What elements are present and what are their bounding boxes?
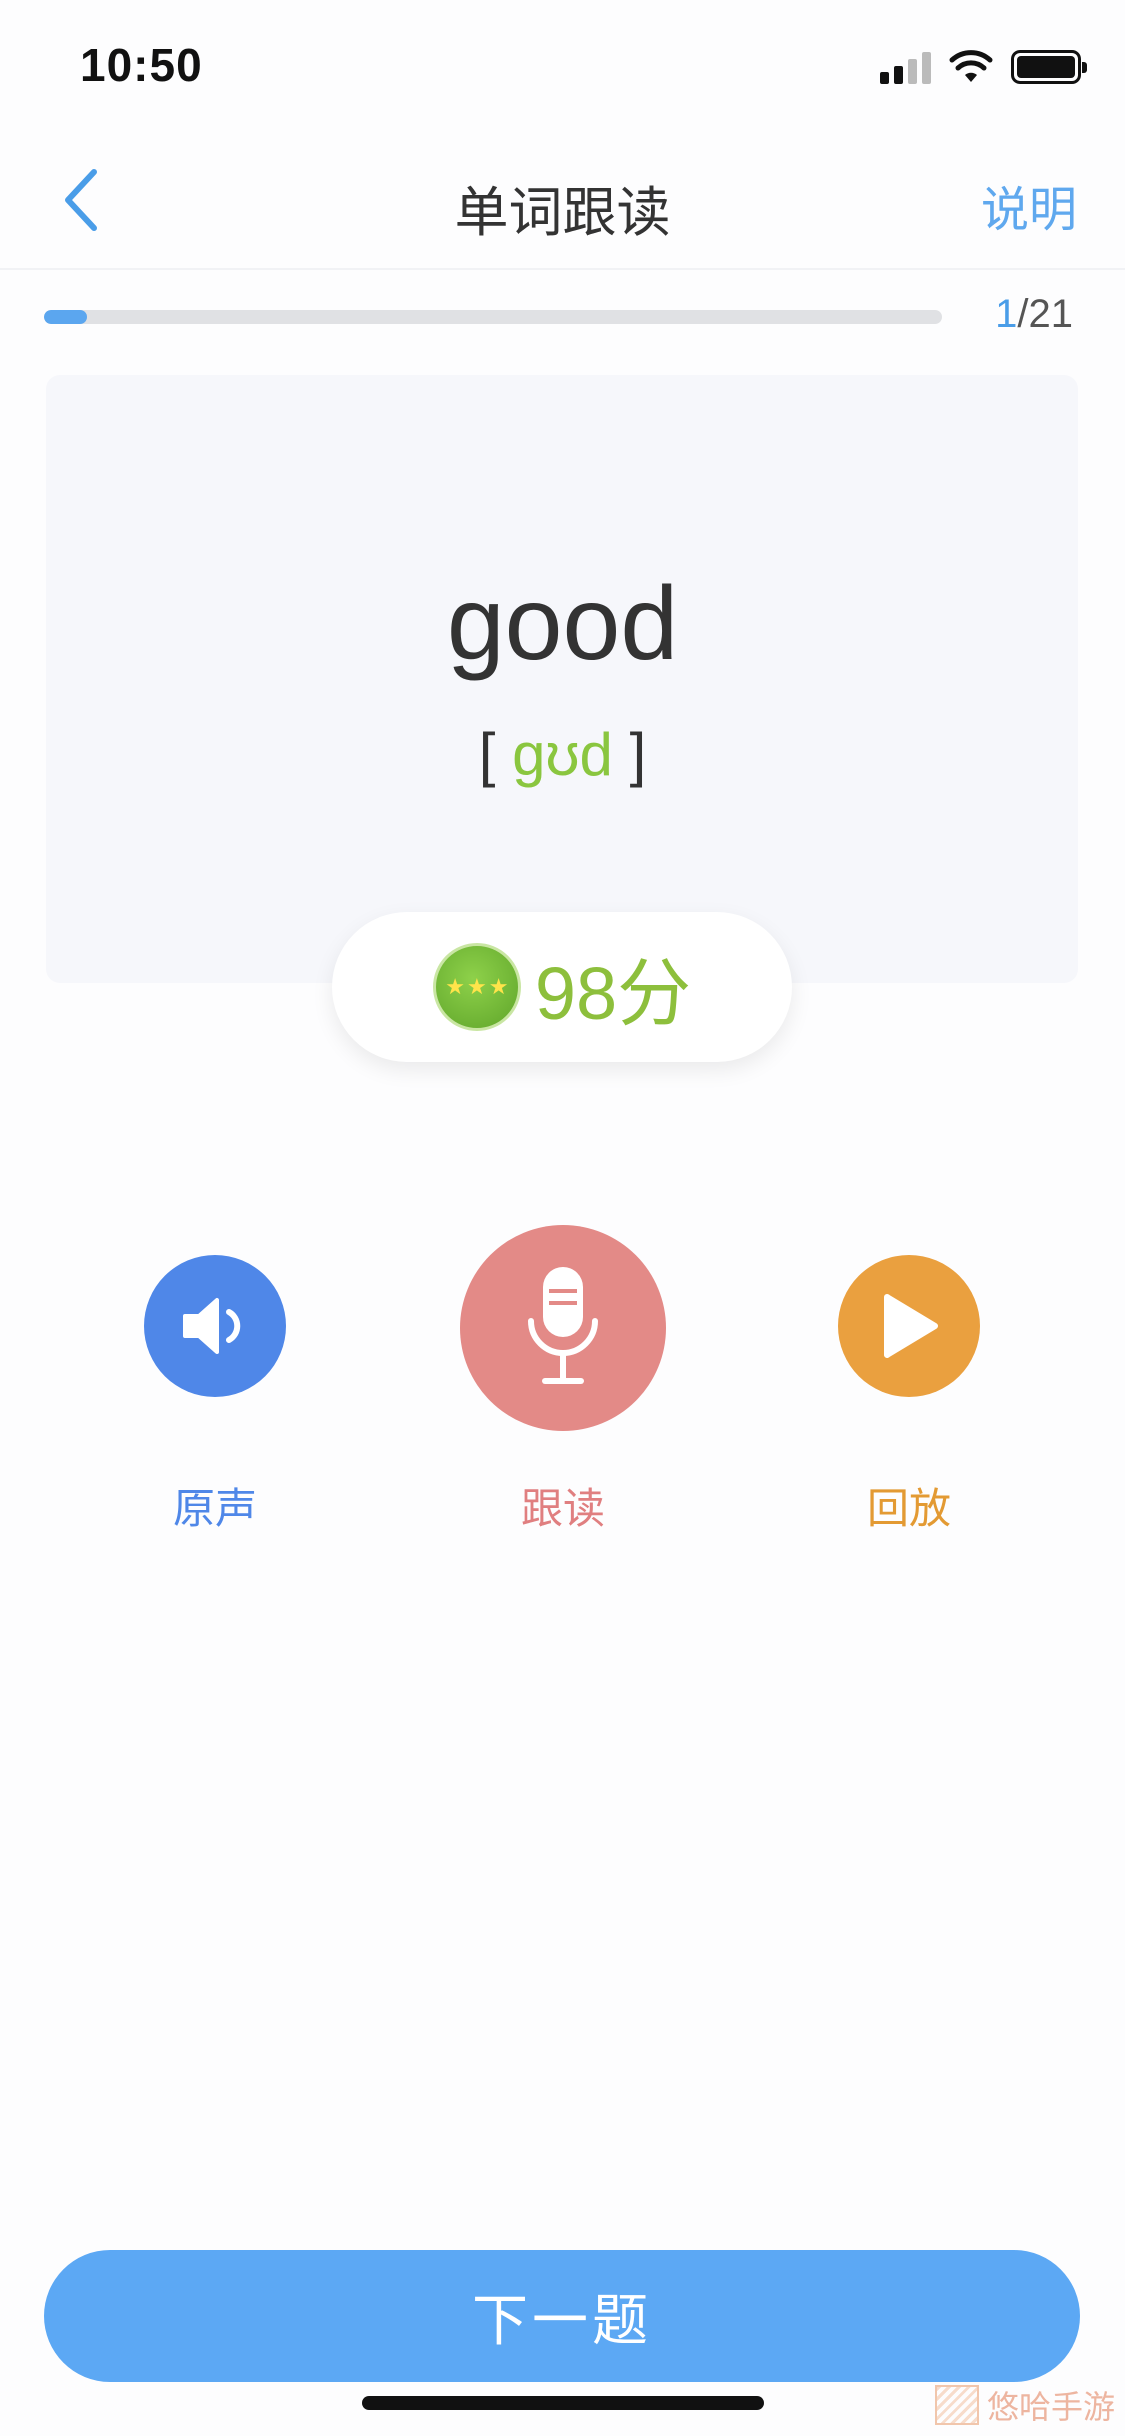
progress-total: /21 xyxy=(1017,292,1073,336)
progress-current: 1 xyxy=(995,292,1018,336)
watermark-logo-icon xyxy=(934,2385,979,2425)
progress-count: 1/21 xyxy=(995,292,1073,337)
original-audio-label: 原声 xyxy=(172,1485,257,1532)
watermark-text: 悠哈手游 xyxy=(986,2388,1115,2426)
battery-icon xyxy=(1011,50,1087,84)
microphone-icon xyxy=(528,1267,598,1384)
playback-button[interactable]: 回放 xyxy=(838,1255,980,1532)
bracket-close: ] xyxy=(629,721,647,788)
follow-read-circle[interactable] xyxy=(460,1225,666,1431)
phonetic-text: gʊd xyxy=(512,721,613,788)
phonetic: [ gʊd ] xyxy=(0,720,1125,789)
score-text: 98分 xyxy=(534,951,692,1035)
speaker-icon xyxy=(183,1298,241,1354)
original-audio-button[interactable]: 原声 xyxy=(144,1255,286,1532)
playback-circle[interactable] xyxy=(838,1255,980,1397)
status-time: 10:50 xyxy=(80,39,203,91)
watermark: 悠哈手游 xyxy=(934,2382,1115,2428)
score-badge: ★ ★ ★ 98分 xyxy=(332,912,792,1062)
progress-fill xyxy=(44,310,88,324)
wifi-icon xyxy=(949,50,993,82)
follow-read-button[interactable]: 跟读 xyxy=(460,1225,666,1532)
playback-label: 回放 xyxy=(866,1485,951,1532)
follow-read-label: 跟读 xyxy=(520,1485,605,1532)
bracket-open: [ xyxy=(478,721,496,788)
three-star-icon: ★ ★ ★ xyxy=(432,943,521,1031)
word-text: good xyxy=(446,566,679,682)
navigation-bar: 单词跟读 说明 xyxy=(0,130,1125,270)
home-indicator xyxy=(362,2396,764,2410)
play-icon xyxy=(884,1294,938,1358)
original-audio-circle[interactable] xyxy=(144,1255,286,1397)
cellular-signal-icon xyxy=(880,52,931,84)
status-bar: 10:50 xyxy=(0,0,1125,130)
page-title: 单词跟读 xyxy=(454,183,671,243)
help-button[interactable]: 说明 xyxy=(981,170,1077,240)
progress-bar xyxy=(44,310,942,324)
next-question-button[interactable]: 下一题 xyxy=(44,2250,1080,2382)
status-icons xyxy=(880,50,1087,84)
